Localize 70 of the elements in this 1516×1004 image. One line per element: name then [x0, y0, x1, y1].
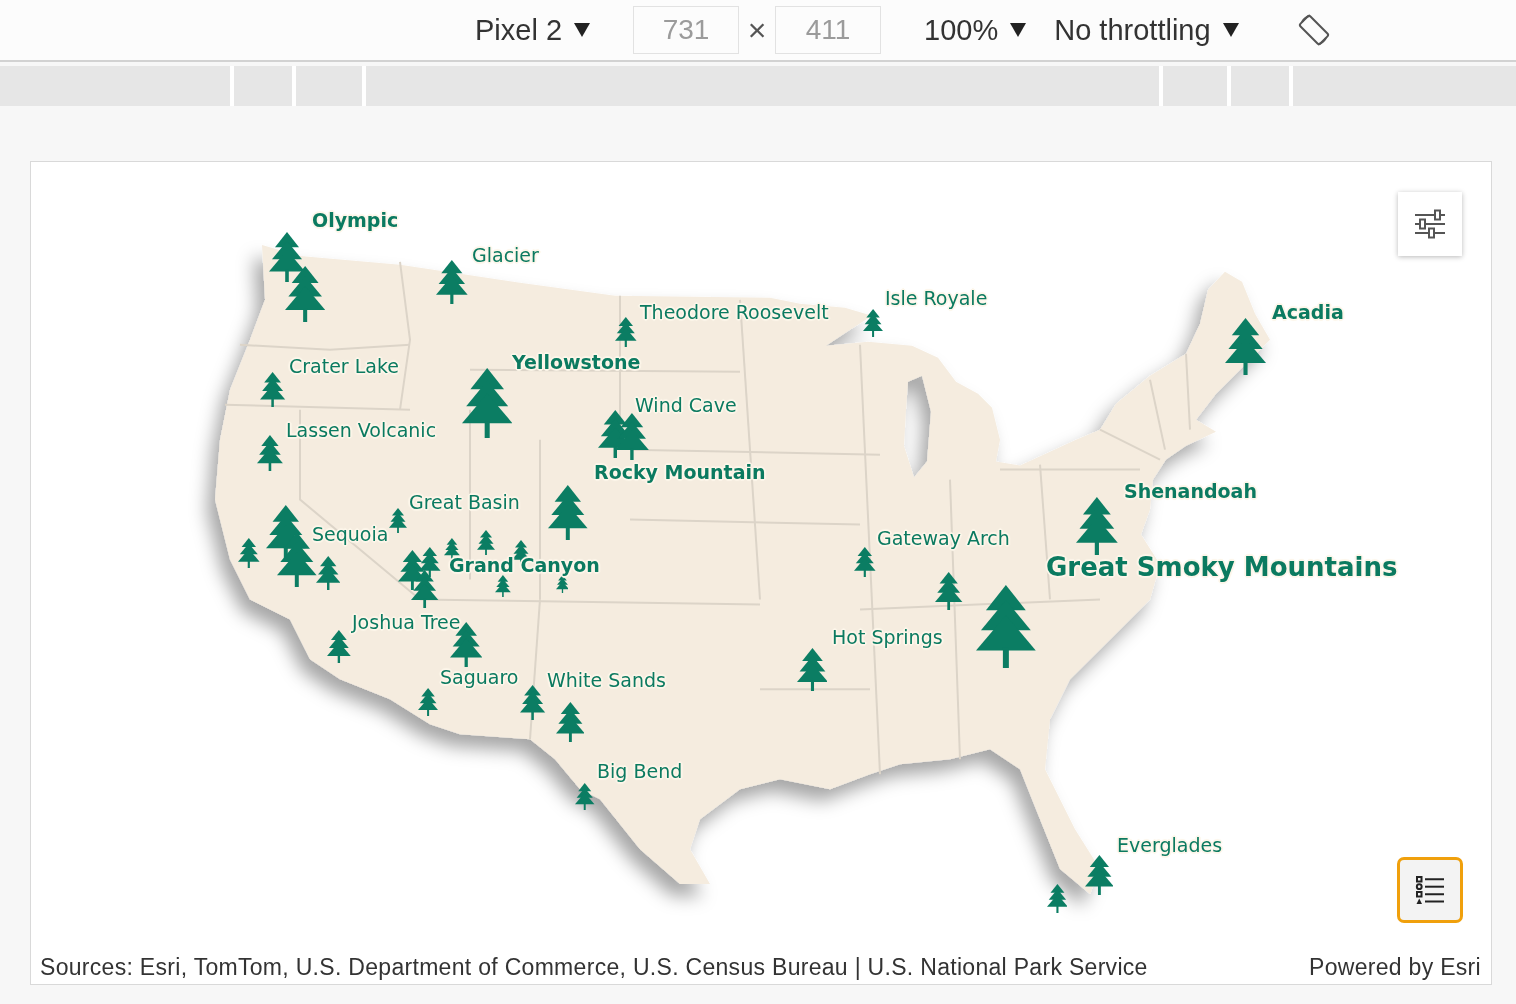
caret-icon	[574, 23, 591, 37]
device-dropdown[interactable]: Pixel 2	[475, 13, 591, 47]
tree-icon	[1076, 497, 1118, 555]
park-label: Great Basin	[409, 490, 520, 514]
tree-icon	[1046, 884, 1068, 913]
media-query-segment[interactable]	[296, 66, 362, 106]
park-label: Saguaro	[440, 665, 519, 689]
zoom-dropdown[interactable]: 100%	[924, 13, 1027, 47]
tree-icon	[796, 648, 828, 691]
caret-icon	[1010, 23, 1027, 37]
tree-icon	[461, 368, 513, 438]
tree-icon	[238, 538, 260, 568]
caret-icon	[1222, 23, 1239, 37]
park-label: Great Smoky Mountains	[1046, 552, 1398, 584]
park-label: Acadia	[1272, 300, 1344, 324]
attribution-sources: Sources: Esri, TomTom, U.S. Department of Commerce, U.S. Census Bureau | U.S. National Park Service	[40, 954, 1148, 981]
park-label: Joshua Tree	[352, 610, 461, 634]
sliders-icon	[1414, 209, 1446, 239]
tree-icon	[257, 435, 283, 471]
times-sign: ×	[747, 11, 768, 49]
park-label: Wind Cave	[635, 393, 737, 417]
tree-icon	[417, 688, 439, 716]
settings-button[interactable]	[1398, 192, 1462, 256]
powered-by-text: Powered by Esri	[1309, 954, 1481, 981]
tree-icon	[976, 585, 1036, 668]
legend-button[interactable]	[1397, 857, 1463, 923]
tree-icon	[520, 685, 546, 720]
media-query-segment[interactable]	[234, 66, 292, 106]
media-query-segment[interactable]	[1163, 66, 1227, 106]
tree-icon	[260, 372, 286, 407]
park-label: Grand Canyon	[449, 553, 600, 577]
park-label: Isle Royale	[885, 286, 988, 310]
media-query-segment[interactable]	[0, 66, 230, 106]
park-label: Crater Lake	[289, 354, 399, 378]
tree-icon	[555, 575, 569, 593]
media-query-segment[interactable]	[366, 66, 1159, 106]
park-label: Sequoia	[312, 522, 389, 546]
list-icon	[1415, 875, 1445, 905]
tree-icon	[495, 575, 511, 597]
park-label: Olympic	[312, 208, 399, 232]
park-label: Big Bend	[597, 759, 683, 783]
tree-icon	[548, 485, 588, 540]
tree-icon	[615, 413, 649, 460]
media-query-segment[interactable]	[1231, 66, 1289, 106]
tree-icon	[327, 630, 351, 663]
tree-icon	[555, 702, 585, 742]
park-label: Everglades	[1117, 833, 1223, 857]
media-query-segment[interactable]	[1293, 66, 1516, 106]
park-label: Rocky Mountain	[594, 460, 766, 484]
park-label: Theodore Roosevelt	[640, 300, 829, 324]
park-label: Lassen Volcanic	[286, 418, 437, 442]
tree-icon	[284, 266, 326, 322]
park-label: Yellowstone	[512, 350, 641, 374]
tree-icon	[935, 572, 963, 610]
tree-icon	[575, 783, 595, 810]
park-label: White Sands	[547, 668, 666, 692]
throttling-dropdown[interactable]: No throttling	[1054, 13, 1239, 47]
tree-icon	[389, 508, 407, 533]
park-label: Hot Springs	[832, 625, 943, 649]
park-label: Glacier	[472, 243, 539, 267]
tree-icon	[1084, 855, 1114, 895]
tree-icon	[436, 260, 468, 304]
tree-icon	[411, 570, 439, 608]
tree-icon	[854, 547, 876, 577]
tree-icon	[862, 309, 884, 337]
tree-icon	[477, 530, 495, 555]
tree-icon	[1225, 318, 1267, 375]
park-label: Shenandoah	[1124, 479, 1257, 503]
park-label: Gateway Arch	[877, 526, 1010, 550]
tree-icon	[615, 317, 637, 347]
